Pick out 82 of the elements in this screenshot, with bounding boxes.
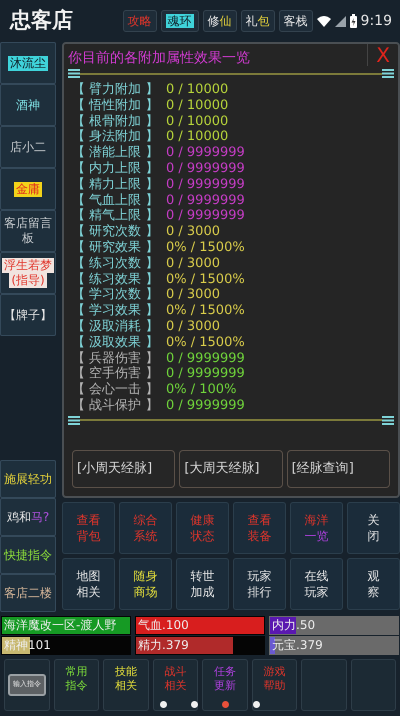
attribute-label: 【 练习次数 】	[72, 256, 158, 272]
attribute-label: 【 汲取效果 】	[72, 334, 158, 351]
menu-button[interactable]: 玩家 排行	[233, 558, 286, 610]
attribute-label: 【 战斗保护 】	[72, 398, 158, 414]
sidebar-item[interactable]: 客店留言 板	[0, 210, 56, 252]
attribute-label: 【 研究效果 】	[72, 240, 158, 256]
wifi-icon	[316, 15, 331, 27]
attribute-value: 0% / 100%	[166, 382, 236, 398]
attribute-value: 0 / 3000	[166, 224, 220, 240]
lines-icon	[68, 416, 80, 425]
attribute-label: 【 兵器伤害 】	[72, 350, 158, 366]
signal-icon	[334, 16, 346, 26]
attribute-label: 【 内力上限 】	[72, 160, 158, 177]
lines-icon	[68, 69, 80, 78]
menu-button[interactable]: 观 察	[347, 558, 400, 610]
menu-button[interactable]: 随身 商场	[119, 558, 172, 610]
tab[interactable]: 客栈	[278, 10, 313, 32]
dialog-title: 你目前的各附加属性效果一览	[68, 49, 250, 68]
menu-button[interactable]: 地图 相关	[62, 558, 115, 610]
sidebar-item[interactable]: 【牌子】	[0, 294, 56, 336]
menu-button[interactable]: 转世 加成	[176, 558, 229, 610]
menu-button[interactable]: 关 闭	[347, 502, 400, 554]
attribute-label: 【 精力上限 】	[72, 176, 158, 193]
stat-label: 气血.100	[137, 618, 189, 632]
attribute-value: 0 / 9999999	[166, 208, 245, 224]
attribute-value: 0 / 9999999	[166, 192, 245, 208]
lines-icon	[382, 416, 394, 425]
attribute-label: 【 会心一击 】	[72, 382, 158, 398]
menu-button[interactable]: 在线 玩家	[290, 558, 343, 610]
attribute-value: 0 / 9999999	[166, 160, 245, 177]
attribute-label: 【 汲取消耗 】	[72, 318, 158, 335]
sidebar-item[interactable]: 店小二	[0, 126, 56, 168]
tab[interactable]: 魂环	[160, 10, 199, 32]
attribute-value: 0% / 1500%	[166, 240, 245, 256]
sidebar-item[interactable]: 酒神	[0, 84, 56, 126]
stat-label: 内力.50	[271, 618, 316, 632]
sidebar-item[interactable]: 鸡和马?	[0, 498, 56, 536]
sidebar-item[interactable]: 快捷指令	[0, 536, 56, 574]
attribute-label: 【 学习效果 】	[72, 303, 158, 319]
attribute-value: 0% / 1500%	[166, 303, 245, 319]
attribute-value: 0 / 3000	[166, 287, 220, 304]
attribute-label: 【 根骨附加 】	[72, 114, 158, 129]
attribute-label: 【 精气上限 】	[72, 208, 158, 224]
attribute-value: 0 / 10000	[166, 129, 228, 146]
attribute-label: 【 潜能上限 】	[72, 145, 158, 161]
toolbar-button[interactable]: 常用 指令	[54, 659, 99, 711]
attribute-label: 【 练习效果 】	[72, 272, 158, 287]
attribute-value: 0 / 9999999	[166, 145, 245, 161]
attribute-value: 0 / 9999999	[166, 350, 245, 366]
sidebar-item[interactable]: 施展轻功	[0, 460, 56, 498]
attribute-value: 0 / 3000	[166, 318, 220, 335]
stat-label: 海洋魔改一区-渡人野	[3, 618, 116, 632]
stat-label: 精力.379	[137, 638, 189, 652]
attribute-label: 【 学习次数 】	[72, 287, 158, 303]
lines-icon	[382, 69, 394, 78]
attribute-value: 0 / 9999999	[166, 398, 245, 414]
attribute-value: 0% / 1500%	[166, 334, 245, 351]
game-logo: 忠客店	[8, 7, 74, 34]
attribute-label: 【 气血上限 】	[72, 192, 158, 208]
battery-icon	[350, 14, 357, 28]
clock-time: 9:19	[360, 12, 392, 30]
meridian-button[interactable]: [大周天经脉]	[179, 450, 283, 488]
attribute-value: 0 / 3000	[166, 256, 220, 272]
attribute-label: 【 研究次数 】	[72, 224, 158, 240]
tab[interactable]: 修仙	[202, 10, 237, 32]
attribute-value: 0 / 10000	[166, 82, 228, 98]
attribute-value: 0 / 9999999	[166, 176, 245, 193]
toolbar-button[interactable]: 技能 相关	[103, 659, 148, 711]
attribute-label: 【 臂力附加 】	[72, 82, 158, 98]
attribute-label: 【 空手伤害 】	[72, 366, 158, 382]
meridian-button[interactable]: [经脉查询]	[286, 450, 390, 488]
meridian-button[interactable]: [小周天经脉]	[72, 450, 176, 488]
sidebar-item[interactable]: 浮生若梦 (指导)	[0, 252, 56, 294]
sidebar-item[interactable]: 沐流尘	[0, 42, 56, 84]
attribute-value: 0 / 10000	[166, 114, 228, 130]
attribute-value: 0 / 10000	[166, 98, 228, 114]
attribute-label: 【 悟性附加 】	[72, 98, 158, 114]
tab[interactable]: 礼包	[240, 10, 275, 32]
attribute-label: 【 身法附加 】	[72, 129, 158, 145]
attribute-value: 0 / 9999999	[166, 366, 245, 382]
attribute-value: 0% / 1500%	[166, 272, 245, 288]
sidebar-item[interactable]: 客店二楼	[0, 574, 56, 612]
